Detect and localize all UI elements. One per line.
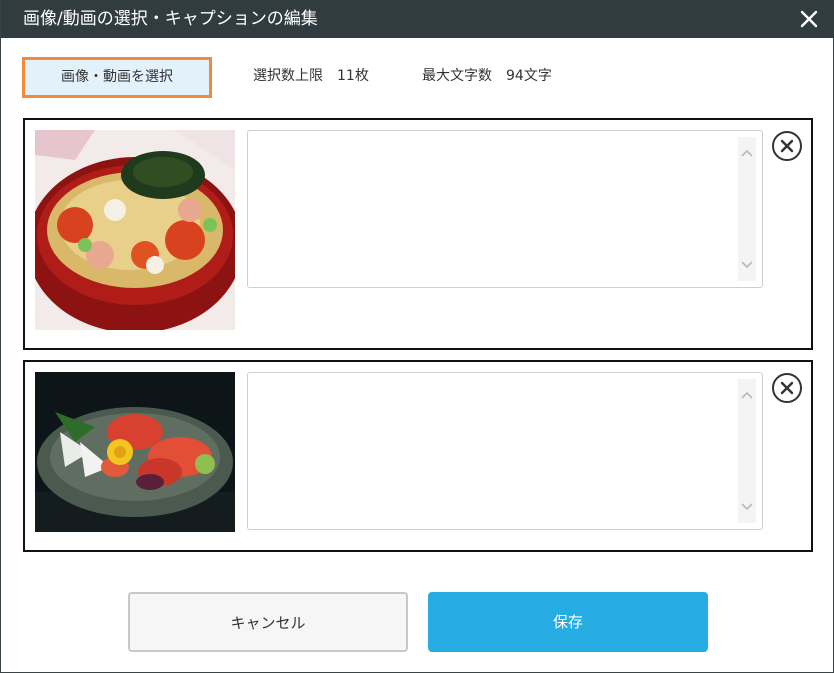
media-item bbox=[23, 360, 813, 552]
remove-item-button[interactable] bbox=[771, 372, 803, 404]
chirashi-sushi-photo bbox=[35, 130, 235, 330]
caption-field[interactable] bbox=[247, 130, 763, 288]
cancel-button[interactable]: キャンセル bbox=[128, 592, 408, 652]
dialog-toolbar: 画像・動画を選択 選択数上限 11枚 最大文字数 94文字 bbox=[1, 38, 834, 114]
dialog-titlebar: 画像/動画の選択・キャプションの編集 bbox=[1, 0, 834, 38]
chevron-down-icon[interactable] bbox=[738, 499, 756, 515]
sashimi-platter-photo bbox=[35, 372, 235, 532]
caption-field[interactable] bbox=[247, 372, 763, 530]
chevron-up-icon[interactable] bbox=[738, 387, 756, 403]
select-media-button[interactable]: 画像・動画を選択 bbox=[22, 57, 212, 98]
selection-limit-label: 選択数上限 11枚 bbox=[253, 68, 369, 84]
circle-close-icon bbox=[772, 373, 802, 403]
media-item bbox=[23, 118, 813, 350]
save-button[interactable]: 保存 bbox=[428, 592, 708, 652]
chevron-up-icon[interactable] bbox=[738, 145, 756, 161]
caption-textarea[interactable] bbox=[248, 373, 740, 529]
caption-scrollbar[interactable] bbox=[738, 137, 756, 281]
caption-textarea[interactable] bbox=[248, 131, 740, 287]
close-icon[interactable] bbox=[799, 9, 819, 29]
media-caption-dialog: 画像/動画の選択・キャプションの編集 画像・動画を選択 選択数上限 11枚 最大… bbox=[0, 0, 834, 673]
caption-scrollbar[interactable] bbox=[738, 379, 756, 523]
remove-item-button[interactable] bbox=[771, 130, 803, 162]
max-chars-label: 最大文字数 94文字 bbox=[422, 68, 552, 84]
chevron-down-icon[interactable] bbox=[738, 257, 756, 273]
circle-close-icon bbox=[772, 131, 802, 161]
dialog-title: 画像/動画の選択・キャプションの編集 bbox=[23, 9, 318, 29]
